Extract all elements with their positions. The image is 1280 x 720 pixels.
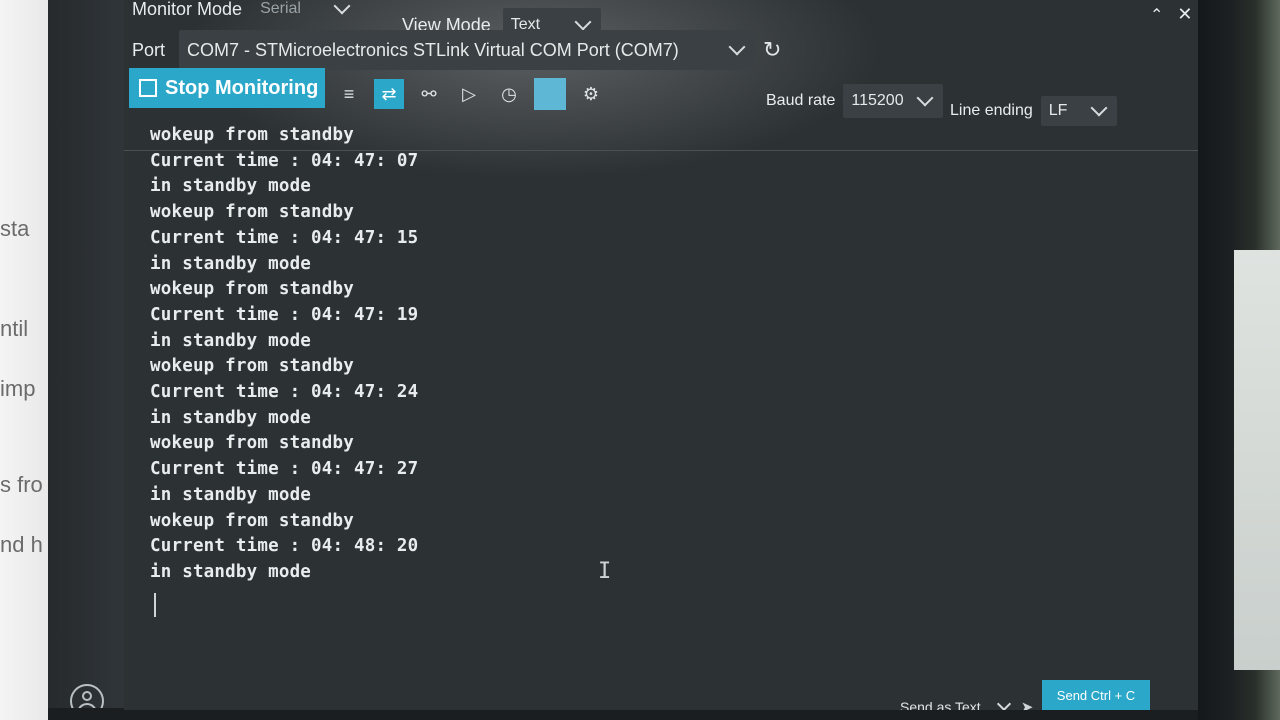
send-icon[interactable]: ➤	[1021, 698, 1034, 710]
output-line: wokeup from standby	[150, 433, 354, 454]
output-line: Current time : 04: 47: 27	[150, 459, 419, 480]
port-label: Port	[132, 39, 166, 60]
output-line: Current time : 04: 47: 24	[150, 382, 419, 403]
output-line: Current time : 04: 47: 07	[150, 150, 419, 171]
line-ending-row: Line ending LF	[950, 96, 1117, 126]
output-line: in standby mode	[150, 561, 312, 582]
monitor-bezel-left	[48, 0, 124, 720]
line-ending-select[interactable]: LF	[1040, 96, 1117, 126]
port-row: Port COM7 - STMicroelectronics STLink Vi…	[132, 30, 781, 70]
monitor-mode-label: Monitor Mode	[132, 0, 243, 19]
stop-monitoring-label: Stop Monitoring	[165, 76, 319, 99]
window-controls: ⌃ ✕	[1150, 4, 1193, 25]
toolbar: ≡ ⇄ ⚯ ▷ ◷ ⚙	[334, 78, 606, 110]
output-line: wokeup from standby	[150, 356, 354, 377]
monitor-mode-value: Serial	[260, 0, 301, 17]
baud-rate-label: Baud rate	[766, 92, 836, 109]
chevron-down-icon	[728, 38, 746, 56]
background-paper: sta ntil imp s fro nd h	[0, 0, 48, 720]
baud-rate-value: 115200	[851, 92, 904, 109]
output-line: Current time : 04: 48: 20	[150, 536, 419, 557]
output-line: Current time : 04: 47: 15	[150, 227, 419, 248]
paper-fragment: ntil	[0, 316, 29, 341]
monitor-bezel-right	[1198, 0, 1280, 720]
paper-fragment: sta	[0, 216, 30, 241]
close-icon[interactable]: ✕	[1177, 4, 1192, 25]
stop-monitoring-button[interactable]: Stop Monitoring	[129, 68, 325, 108]
send-as-select[interactable]: Send as Text ➤	[900, 696, 1034, 710]
mode-row: Monitor Mode Serial	[132, 0, 360, 26]
send-ctrl-c-button[interactable]: Send Ctrl + C	[1042, 680, 1150, 710]
chevron-down-icon	[1090, 99, 1108, 117]
settings-icon[interactable]: ⚙	[576, 79, 606, 109]
chevron-down-icon	[916, 89, 934, 107]
toggle-scroll-icon[interactable]: ⇄	[374, 79, 404, 109]
port-value: COM7 - STMicroelectronics STLink Virtual…	[187, 39, 679, 60]
timestamp-icon[interactable]: ◷	[494, 79, 524, 109]
output-line: wokeup from standby	[150, 202, 354, 223]
line-ending-label: Line ending	[950, 102, 1033, 119]
monitor-mode-select[interactable]: Serial	[252, 0, 360, 26]
chevron-down-icon	[333, 0, 351, 15]
terminal-icon[interactable]: ▷	[454, 79, 484, 109]
stop-icon	[139, 79, 157, 97]
serial-monitor-panel: Monitor Mode Serial View Mode Text ⌃ ✕ P…	[124, 0, 1198, 710]
output-line: in standby mode	[150, 176, 312, 197]
output-line: wokeup from standby	[150, 279, 354, 300]
text-cursor-icon: I	[598, 559, 612, 584]
output-line: Current time : 04: 47: 19	[150, 304, 419, 325]
clear-output-icon[interactable]: ≡	[334, 79, 364, 109]
serial-output[interactable]: wokeup from standby Current time : 04: 4…	[124, 125, 1198, 651]
background-paper-right	[1234, 250, 1280, 670]
paper-fragment: nd h	[0, 532, 43, 557]
collapse-icon[interactable]: ⌃	[1150, 5, 1163, 25]
output-line: wokeup from standby	[150, 510, 354, 531]
line-ending-value: LF	[1048, 102, 1068, 119]
output-lines: wokeup from standby Current time : 04: 4…	[150, 123, 418, 586]
chevron-down-icon	[574, 13, 592, 31]
paper-fragment: imp	[0, 376, 36, 401]
output-line: in standby mode	[150, 253, 312, 274]
port-select[interactable]: COM7 - STMicroelectronics STLink Virtual…	[179, 30, 756, 70]
output-line: wokeup from standby	[150, 125, 354, 145]
output-line: in standby mode	[150, 330, 312, 351]
send-as-label: Send as Text	[900, 699, 981, 710]
paper-fragment: s fro	[0, 472, 43, 497]
chevron-down-icon	[996, 696, 1011, 710]
text-caret	[154, 593, 156, 617]
output-line: in standby mode	[150, 484, 312, 505]
output-line: in standby mode	[150, 407, 312, 428]
color-icon[interactable]	[534, 78, 566, 110]
send-bar: Send as Text ➤ Send Ctrl + C	[124, 676, 1198, 710]
link-icon[interactable]: ⚯	[414, 79, 444, 109]
send-ctrl-c-label: Send Ctrl + C	[1056, 687, 1136, 703]
refresh-icon[interactable]: ↻	[763, 37, 781, 63]
baud-rate-select[interactable]: 115200	[843, 84, 944, 118]
baud-row: Baud rate 115200	[766, 84, 944, 118]
